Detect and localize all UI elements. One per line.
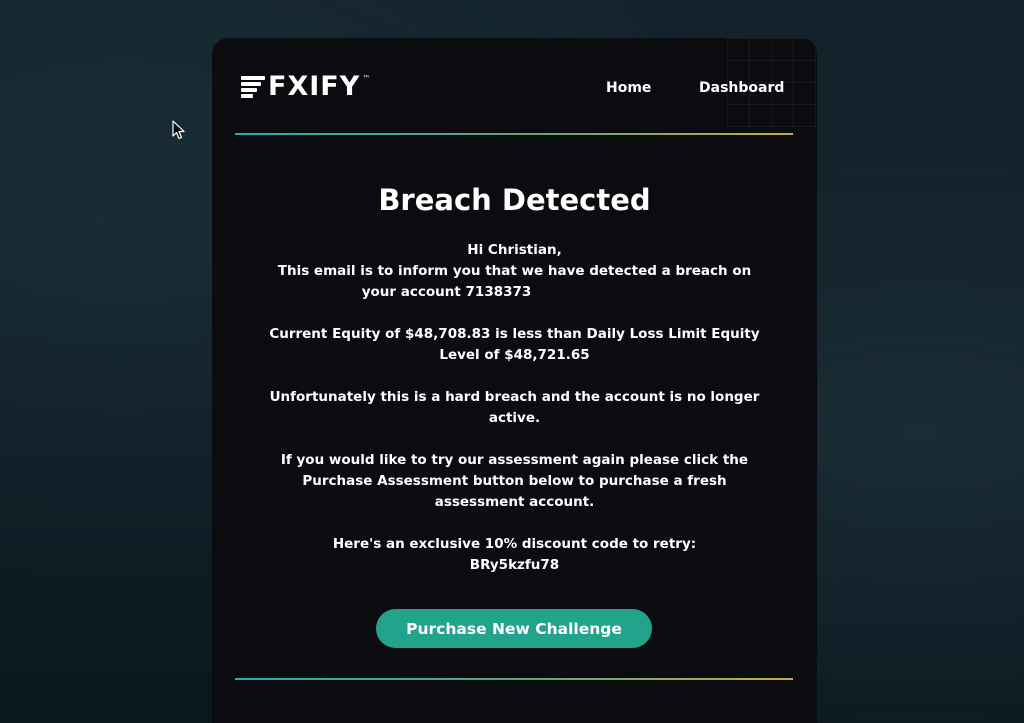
equity-line-1: Current Equity of $48,708.83 is less tha… [269, 326, 760, 342]
header-divider [235, 133, 793, 135]
trademark-symbol: ™ [362, 74, 371, 83]
intro-line-1: This email is to inform you that we have… [277, 263, 752, 279]
email-body: Breach Detected Hi Christian, This email… [252, 180, 777, 576]
intro-line-2: your account 7138373 [361, 284, 532, 300]
email-header: FXIFY ™ Home Dashboard [212, 38, 817, 138]
nav-dashboard-link[interactable]: Dashboard [699, 80, 784, 96]
retry-line-1: If you would like to try our assessment … [280, 452, 749, 468]
fxify-logo-icon [241, 74, 265, 100]
equity-line-2: Level of $48,721.65 [439, 347, 590, 363]
purchase-new-challenge-button[interactable]: Purchase New Challenge [376, 609, 652, 648]
mouse-pointer-icon [172, 120, 185, 140]
discount-code: BRy5kzfu78 [469, 557, 560, 573]
retry-line-3: assessment account. [434, 494, 595, 510]
hard-breach-line-2: active. [488, 410, 541, 426]
greeting-text: Hi Christian, [467, 242, 562, 258]
footer-divider [235, 678, 793, 680]
page-title: Breach Detected [378, 183, 651, 217]
brand-name: FXIFY [268, 71, 361, 102]
brand-logo[interactable]: FXIFY ™ [241, 72, 370, 102]
hard-breach-line-1: Unfortunately this is a hard breach and … [269, 389, 760, 405]
retry-line-2: Purchase Assessment button below to purc… [302, 473, 727, 489]
discount-text: Here's an exclusive 10% discount code to… [332, 536, 697, 552]
email-card: FXIFY ™ Home Dashboard Breach Detected H… [212, 38, 817, 723]
nav-home-link[interactable]: Home [606, 80, 651, 96]
